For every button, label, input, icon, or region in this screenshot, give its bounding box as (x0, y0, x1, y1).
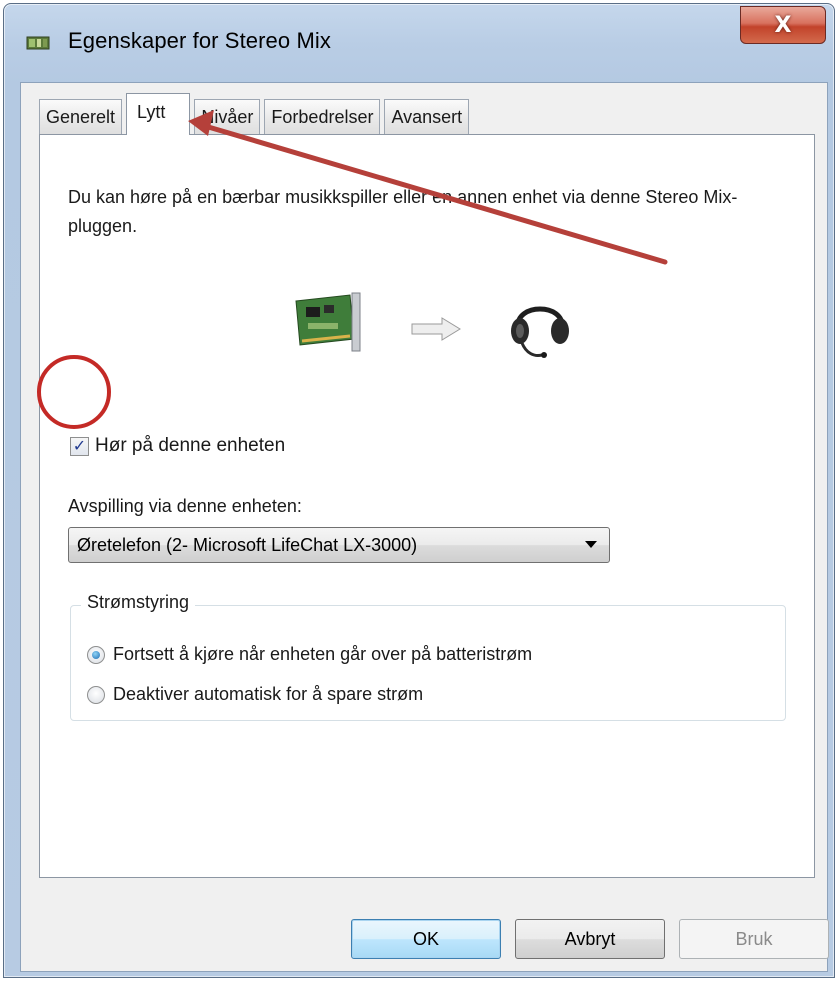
tab-lytt[interactable]: Lytt (126, 93, 191, 135)
playback-device-label: Avspilling via denne enheten: (68, 496, 302, 516)
checkmark-icon: ✓ (72, 436, 87, 455)
playback-device-dropdown[interactable]: Øretelefon (2- Microsoft LifeChat LX-300… (68, 527, 610, 563)
dialog-client-area: Generelt Lytt Nivåer Forbedrelser Avanse… (20, 82, 829, 972)
properties-window: Egenskaper for Stereo Mix X Generelt Lyt… (3, 3, 835, 978)
listen-checkbox[interactable]: ✓ (70, 436, 89, 456)
tab-forbedrelser[interactable]: Forbedrelser (264, 99, 381, 135)
power-management-legend: Strømstyring (81, 592, 196, 613)
disable-to-save-power-option[interactable]: Deaktiver automatisk for å spare strøm (87, 684, 423, 705)
title-bar[interactable]: Egenskaper for Stereo Mix X (4, 4, 834, 80)
dropdown-arrow-icon[interactable] (585, 541, 597, 548)
arrow-right-icon (411, 317, 461, 341)
tab-nivaer[interactable]: Nivåer (194, 99, 261, 135)
sound-card-icon (295, 292, 361, 352)
device-illustration (292, 291, 592, 361)
tab-strip: Generelt Lytt Nivåer Forbedrelser Avanse… (39, 93, 473, 135)
dialog-buttons: OK Avbryt Bruk (351, 919, 838, 959)
disable-to-save-power-radio[interactable] (87, 685, 105, 704)
tab-generelt[interactable]: Generelt (39, 99, 123, 135)
continue-on-battery-option[interactable]: Fortsett å kjøre når enheten går over på… (87, 644, 532, 665)
listen-checkbox-label: Hør på denne enheten (95, 435, 286, 456)
apply-button[interactable]: Bruk (679, 919, 829, 959)
cancel-button[interactable]: Avbryt (515, 919, 665, 959)
listen-to-device-option[interactable]: ✓ Hør på denne enheten (70, 435, 285, 457)
listen-tab-panel: Du kan høre på en bærbar musikkspiller e… (39, 134, 815, 878)
close-button[interactable]: X (740, 6, 826, 44)
window-title: Egenskaper for Stereo Mix (68, 28, 331, 53)
close-icon: X (774, 12, 792, 38)
ok-button[interactable]: OK (351, 919, 501, 959)
continue-on-battery-radio[interactable] (87, 645, 105, 664)
tab-avansert[interactable]: Avansert (384, 99, 470, 135)
headset-icon (511, 306, 569, 358)
continue-on-battery-label: Fortsett å kjøre når enheten går over på… (113, 644, 533, 664)
power-management-group: Strømstyring Fortsett å kjøre når enhete… (70, 592, 786, 721)
disable-to-save-power-label: Deaktiver automatisk for å spare strøm (113, 684, 424, 704)
speaker-app-icon (26, 36, 50, 50)
playback-device-value: Øretelefon (2- Microsoft LifeChat LX-300… (77, 534, 418, 555)
listen-description: Du kan høre på en bærbar musikkspiller e… (68, 187, 738, 236)
